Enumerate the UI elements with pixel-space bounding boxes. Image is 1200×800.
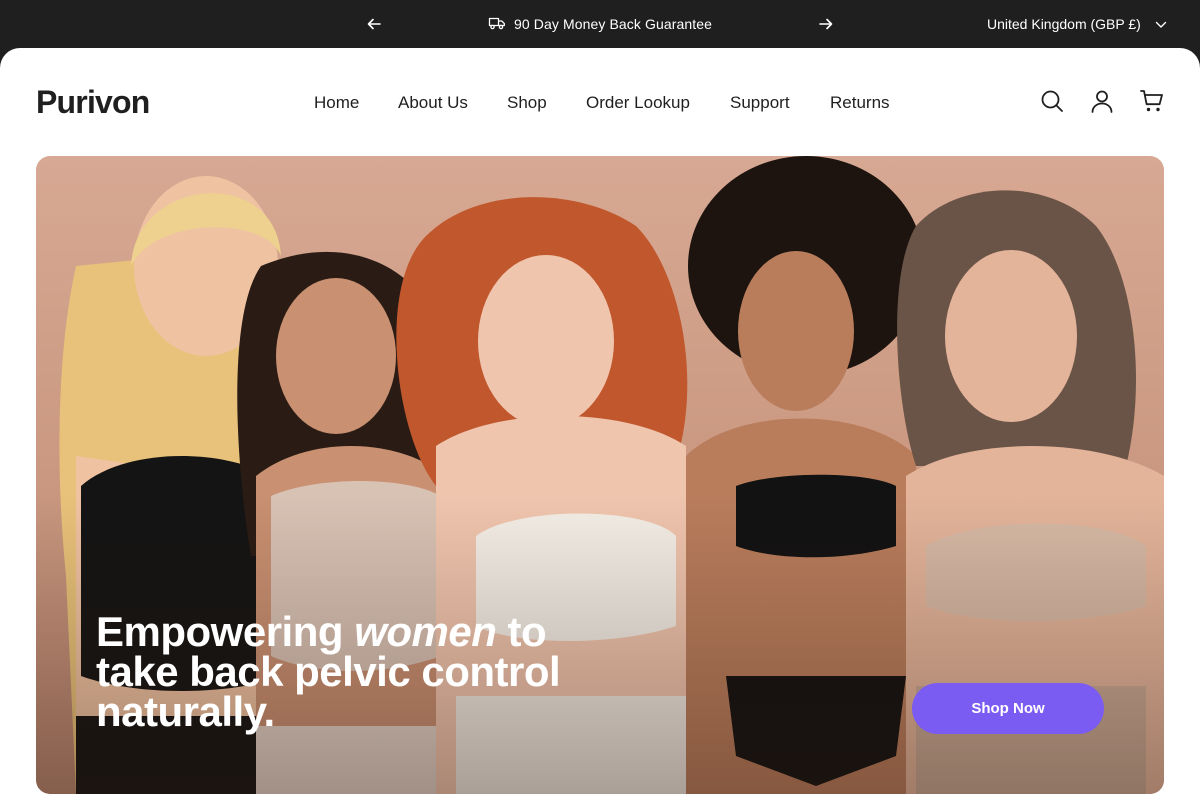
announcement-message: 90 Day Money Back Guarantee: [488, 14, 712, 34]
account-icon[interactable]: [1089, 88, 1115, 114]
nav-returns[interactable]: Returns: [830, 92, 890, 114]
locale-label: United Kingdom (GBP £): [987, 16, 1141, 32]
nav-shop[interactable]: Shop: [507, 92, 547, 114]
arrow-left-icon[interactable]: [364, 14, 384, 34]
nav-about-us[interactable]: About Us: [398, 92, 468, 114]
hero-headline: Empowering women to take back pelvic con…: [96, 611, 616, 733]
hero-banner: Empowering women to take back pelvic con…: [36, 156, 1164, 794]
nav-home[interactable]: Home: [314, 92, 359, 114]
announcement-text: 90 Day Money Back Guarantee: [514, 16, 713, 32]
site-logo[interactable]: Purivon: [36, 82, 150, 122]
page: Purivon Home About Us Shop Order Lookup …: [0, 48, 1200, 800]
truck-icon: [488, 15, 506, 34]
nav-order-lookup[interactable]: Order Lookup: [586, 92, 690, 114]
chevron-down-icon: [1155, 16, 1167, 32]
locale-selector[interactable]: United Kingdom (GBP £): [987, 14, 1167, 34]
site-header: Purivon Home About Us Shop Order Lookup …: [0, 48, 1200, 156]
search-icon[interactable]: [1039, 88, 1065, 114]
nav-support[interactable]: Support: [730, 92, 790, 114]
announcement-bar: 90 Day Money Back Guarantee United Kingd…: [0, 0, 1200, 48]
cart-icon[interactable]: [1139, 88, 1165, 114]
arrow-right-icon[interactable]: [816, 14, 836, 34]
shop-now-button[interactable]: Shop Now: [912, 683, 1104, 734]
